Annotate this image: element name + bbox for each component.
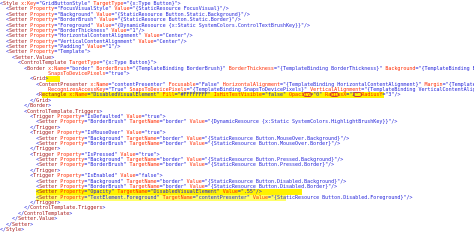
annotation-circle <box>330 92 339 98</box>
annotation-circle <box>303 92 312 98</box>
code-line[interactable]: </Style> <box>0 227 474 233</box>
annotation-circle <box>353 92 362 98</box>
code-token: > <box>21 226 25 233</box>
code-editor[interactable]: <Style x:Key="GridButtonStyle" TargetTyp… <box>0 0 474 239</box>
code-token: Style <box>6 226 22 233</box>
